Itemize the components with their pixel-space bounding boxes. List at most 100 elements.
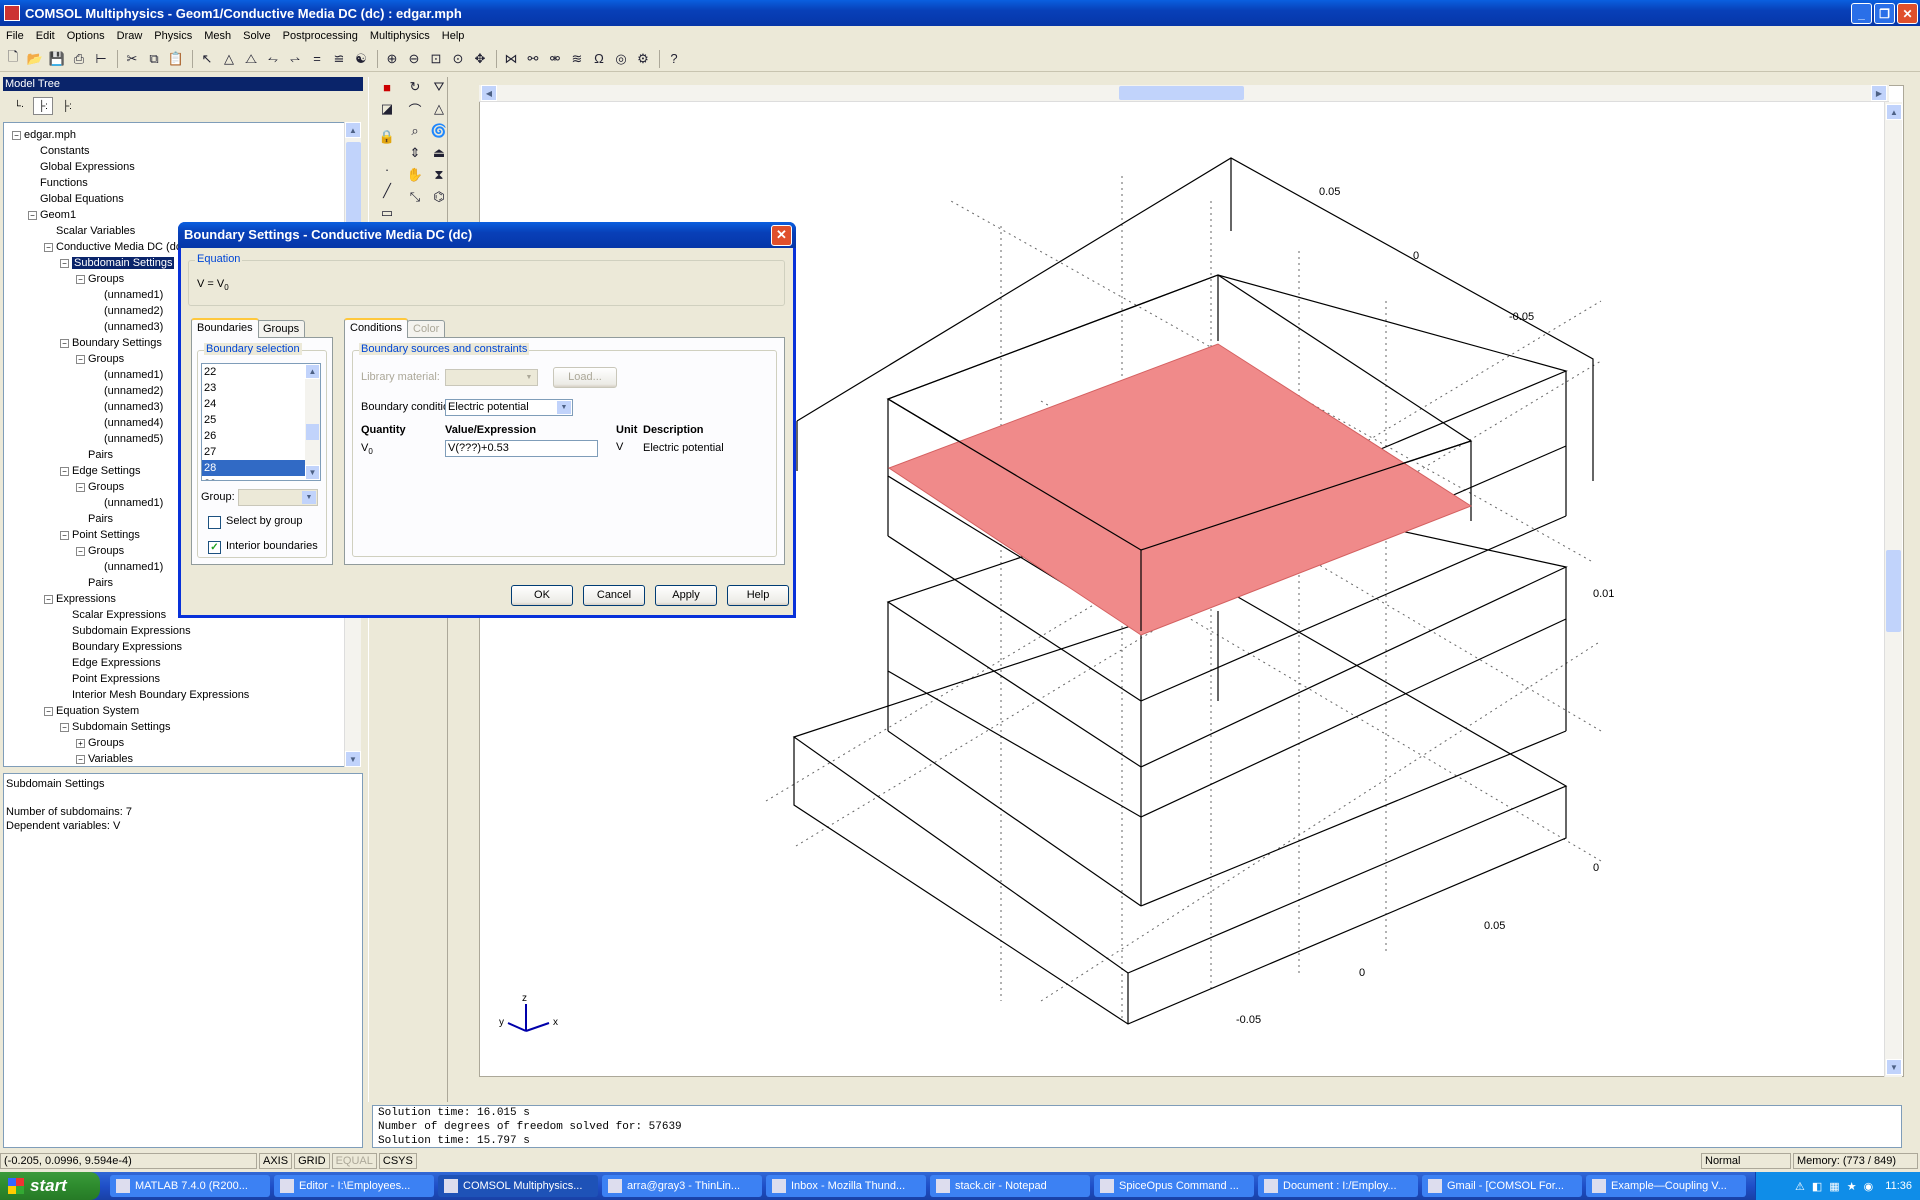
boundary-list-item[interactable]: 27 [202,444,320,460]
tree-view-detailed-icon[interactable]: ├: [33,97,53,115]
tree-item[interactable]: − Groups [76,479,124,495]
collapse-icon[interactable]: − [60,466,69,476]
mesh-options-icon[interactable]: ⚯ [523,49,543,69]
csys-toggle[interactable]: CSYS [378,1153,417,1169]
hourglass-icon[interactable]: ⧗ [429,165,449,185]
boundary-list-item[interactable]: 22 [202,364,320,380]
new-file-icon[interactable]: 🗋 [3,49,23,69]
collapse-icon[interactable]: − [76,754,85,764]
tree-item[interactable]: Subdomain Expressions [60,623,191,639]
help-button[interactable]: Help [727,585,789,606]
tree-item[interactable]: − Subdomain Settings [60,255,175,271]
selected-boundary-face[interactable] [887,343,1473,636]
load-button[interactable]: Load... [553,367,617,388]
tab-boundaries[interactable]: Boundaries [191,318,259,338]
tree-item[interactable]: (unnamed4) [92,415,163,431]
scroll-up-icon[interactable]: ▲ [345,122,361,138]
omega-icon[interactable]: Ω [589,49,609,69]
tab-conditions[interactable]: Conditions [344,318,408,338]
collapse-icon[interactable]: − [60,258,69,268]
tree-item[interactable]: Functions [28,175,88,191]
collapse-icon[interactable]: − [28,210,37,220]
collapse-icon[interactable]: − [60,722,69,732]
library-material-select[interactable]: ▼ [445,369,538,386]
subdomain-mode-icon[interactable]: ⥋ [285,49,305,69]
tree-item[interactable]: Edge Expressions [60,655,161,671]
tree-item[interactable]: (unnamed1) [92,287,163,303]
save-icon[interactable]: 💾 [47,49,67,69]
canvas-horizontal-scrollbar[interactable]: ◀ ▶ [479,85,1889,102]
scroll-thumb[interactable] [1119,86,1244,100]
boundary-list-item[interactable]: 28 [202,460,320,476]
tree-item[interactable]: Point Expressions [60,671,160,687]
tree-item[interactable]: Interior Mesh Boundary Expressions [60,687,249,703]
zoom-extents-icon[interactable]: ✥ [470,49,490,69]
close-button[interactable]: ✕ [1897,3,1918,24]
move-icon[interactable]: ⇕ [405,143,425,163]
taskbar-button[interactable]: Example—Coupling V... [1586,1175,1746,1197]
boundary-list-item[interactable]: 25 [202,412,320,428]
tree-item[interactable]: (unnamed1) [92,495,163,511]
taskbar-button[interactable]: Gmail - [COMSOL For... [1422,1175,1582,1197]
tree-item[interactable]: − Subdomain Settings [60,719,170,735]
point-mode-icon[interactable]: ⧍ [241,49,261,69]
select-by-group-checkbox[interactable] [208,516,221,529]
rotate-icon[interactable]: ↻ [405,77,425,97]
tree-item[interactable]: − Groups [76,271,124,287]
select-object-icon[interactable]: ■ [377,77,397,97]
line-icon[interactable]: ╱ [377,181,397,201]
collapse-icon[interactable]: − [76,354,85,364]
tree-item[interactable]: − Groups [76,351,124,367]
boundary-mode-icon[interactable]: ⥊ [263,49,283,69]
tree-item[interactable]: (unnamed2) [92,303,163,319]
tree-item[interactable]: Scalar Expressions [60,607,166,623]
tree-item[interactable]: Constants [28,143,90,159]
taskbar-button[interactable]: Inbox - Mozilla Thund... [766,1175,926,1197]
animate-icon[interactable]: ⚙ [633,49,653,69]
restore-button[interactable]: ❐ [1874,3,1895,24]
tree-item[interactable]: (unnamed1) [92,367,163,383]
lock-icon[interactable]: 🔒 [377,127,397,147]
arc-icon[interactable]: ⌒ [405,99,425,119]
tree-item[interactable]: Pairs [76,447,113,463]
tree-item[interactable]: − Variables [76,751,133,766]
boundary-list-item[interactable]: 29 [202,476,320,480]
mesh-mode-icon[interactable]: ⚮ [545,49,565,69]
tree-item[interactable]: Global Expressions [28,159,135,175]
cone-icon[interactable]: △ [429,99,449,119]
help-icon[interactable]: ? [664,49,684,69]
taskbar-button[interactable]: stack.cir - Notepad [930,1175,1090,1197]
tree-view-full-icon[interactable]: ├: [57,97,77,115]
block-icon[interactable]: ▭ [377,203,397,223]
boundary-listbox[interactable]: 2223242526272829▲▼ [201,363,321,481]
apply-button[interactable]: Apply [655,585,717,606]
taskbar-button[interactable]: COMSOL Multiphysics... [438,1175,598,1197]
select-arrow-icon[interactable]: ↖ [197,49,217,69]
menu-draw[interactable]: Draw [111,30,149,42]
taskbar-button[interactable]: MATLAB 7.4.0 (R200... [110,1175,270,1197]
cylinder-icon[interactable]: ⌬ [429,187,449,207]
open-file-icon[interactable]: 📂 [25,49,45,69]
pan-icon[interactable]: ✋ [405,165,425,185]
boundary-list-item[interactable]: 23 [202,380,320,396]
model-tree-icon[interactable]: ⊢ [91,49,111,69]
refine-mesh-icon[interactable]: ⋈ [501,49,521,69]
tree-item[interactable]: − Boundary Settings [60,335,162,351]
menu-postprocessing[interactable]: Postprocessing [277,30,364,42]
start-button[interactable]: start [0,1172,100,1200]
tree-item[interactable]: Scalar Variables [44,223,135,239]
collapse-icon[interactable]: − [76,482,85,492]
boundary-list-item[interactable]: 24 [202,396,320,412]
axis-toggle[interactable]: AXIS [259,1153,293,1169]
scroll-up-icon[interactable]: ▲ [1886,104,1902,120]
tree-item[interactable]: (unnamed3) [92,399,163,415]
menu-options[interactable]: Options [61,30,111,42]
menu-file[interactable]: File [0,30,30,42]
taskbar-button[interactable]: Document : I:/Employ... [1258,1175,1418,1197]
scroll-thumb[interactable] [1886,550,1901,632]
zoom-selected-icon[interactable]: ⊙ [448,49,468,69]
collapse-icon[interactable]: − [76,546,85,556]
collapse-icon[interactable]: − [60,530,69,540]
zoom-window-icon[interactable]: ⊡ [426,49,446,69]
taskbar-button[interactable]: SpiceOpus Command ... [1094,1175,1254,1197]
